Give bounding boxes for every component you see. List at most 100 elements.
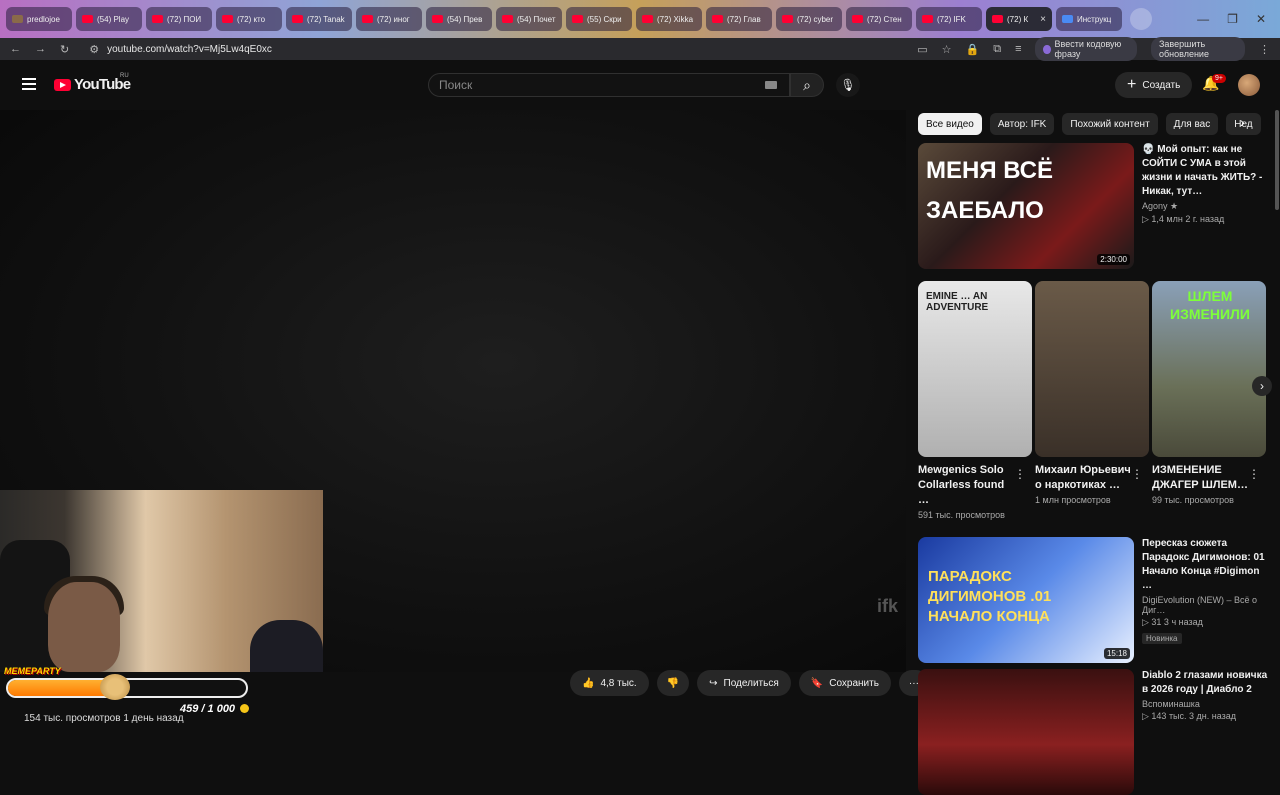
share-button[interactable]: ↪ Поделиться [697, 670, 791, 696]
browser-tab[interactable]: (72) Стен [846, 7, 912, 31]
create-button[interactable]: + Создать [1115, 72, 1193, 98]
video-thumbnail[interactable]: МЕНЯ ВСЁ ЗАЕБАЛО 2:30:00 [918, 143, 1134, 269]
media-icon[interactable]: ≡ [1015, 43, 1021, 55]
short-item[interactable]: EMINE … AN ADVENTURE Mewgenics Solo Coll… [918, 281, 1032, 531]
passphrase-button[interactable]: Ввести кодовую фразу [1035, 37, 1137, 61]
chip-similar[interactable]: Похожий контент [1062, 113, 1158, 135]
address-bar: ← → ↻ ⚙ youtube.com/watch?v=Mj5Lw4qE0xc … [0, 37, 1280, 61]
browser-tab[interactable]: (72) ПОИ [146, 7, 212, 31]
face-shape [48, 582, 120, 672]
browser-tab[interactable]: (72) cyber [776, 7, 842, 31]
extensions-icon[interactable]: ⧉ [993, 43, 1001, 56]
video-title[interactable]: Пересказ сюжета Парадокс Дигимонов: 01 Н… [1142, 537, 1268, 593]
recommendation-item[interactable]: Diablo 2 глазами новичка в 2026 году | Д… [918, 669, 1268, 795]
browser-tab[interactable]: (72) К × [986, 7, 1052, 31]
youtube-favicon-icon [572, 15, 583, 23]
short-meta: 591 тыс. просмотров [918, 510, 1005, 520]
search-input[interactable] [439, 78, 739, 92]
short-thumbnail[interactable]: EMINE … AN ADVENTURE [918, 281, 1032, 457]
channel-name[interactable]: Вспоминашка [1142, 699, 1268, 709]
like-button[interactable]: 👍 4,8 тыс. [570, 670, 649, 696]
video-title[interactable]: Diablo 2 глазами новичка в 2026 году | Д… [1142, 669, 1268, 697]
browser-menu-icon[interactable]: ⋮ [1259, 43, 1270, 56]
recommendation-item[interactable]: МЕНЯ ВСЁ ЗАЕБАЛО 2:30:00 💀 Мой опыт: как… [918, 143, 1268, 269]
short-thumbnail[interactable] [1035, 281, 1149, 457]
tab-title: (55) Скри [587, 14, 622, 24]
new-tab-button[interactable] [1130, 8, 1152, 30]
more-vert-icon[interactable]: ⋮ [1248, 467, 1260, 481]
video-meta: ▷ 143 тыс. 3 дн. назад [1142, 711, 1237, 721]
short-title[interactable]: Михаил Юрьевич о наркотиках … [1035, 463, 1135, 493]
keyboard-icon[interactable] [765, 81, 777, 89]
thumbs-up-icon: 👍 [582, 677, 595, 689]
browser-tab[interactable]: (72) Tanak [286, 7, 352, 31]
minimize-icon[interactable]: — [1197, 12, 1209, 26]
browser-tab[interactable]: (55) Скри [566, 7, 632, 31]
youtube-logo[interactable]: YouTube RU [54, 73, 131, 93]
profile-dot-icon [1043, 44, 1051, 54]
chip-for-you[interactable]: Для вас [1165, 113, 1219, 135]
cast-icon[interactable]: ▭ [917, 43, 927, 56]
short-meta: 1 млн просмотров [1035, 495, 1111, 505]
browser-tab[interactable]: (54) Play [76, 7, 142, 31]
search-button[interactable]: ⌕ [790, 73, 824, 97]
page-scrollbar[interactable] [1275, 110, 1279, 210]
bookmark-star-icon[interactable]: ☆ [942, 43, 952, 56]
browser-tab[interactable]: (72) IFK [916, 7, 982, 31]
reload-icon[interactable]: ↻ [60, 43, 69, 56]
short-item[interactable]: Михаил Юрьевич о наркотиках … 1 млн прос… [1035, 281, 1149, 531]
forward-icon[interactable]: → [35, 43, 46, 55]
finish-update-button[interactable]: Завершить обновление [1150, 37, 1245, 61]
channel-name[interactable]: Agony ★ [1142, 201, 1268, 212]
shorts-shelf: EMINE … AN ADVENTURE Mewgenics Solo Coll… [918, 281, 1266, 531]
channel-name[interactable]: DigiEvolution (NEW) – Всё о Диг… [1142, 595, 1268, 615]
back-icon[interactable]: ← [10, 43, 21, 55]
save-button[interactable]: 🔖 Сохранить [798, 670, 891, 696]
chip-all[interactable]: Все видео [918, 113, 982, 135]
video-thumbnail[interactable]: ПАРАДОКС ДИГИМОНОВ .01 НАЧАЛО КОНЦА 15:1… [918, 537, 1134, 663]
maximize-icon[interactable]: ❐ [1227, 12, 1238, 26]
short-title[interactable]: Mewgenics Solo Collarless found … [918, 463, 1018, 508]
dislike-button[interactable]: 👎 [656, 670, 690, 696]
tab-title: predlojoe [27, 14, 60, 24]
browser-tab[interactable]: (72) Xikka [636, 7, 702, 31]
browser-tab[interactable]: (72) кто [216, 7, 282, 31]
close-window-icon[interactable]: ✕ [1256, 12, 1266, 26]
browser-tab[interactable]: Инструкц [1056, 7, 1122, 31]
video-title[interactable]: 💀 Мой опыт: как не СОЙТИ С УМА в этой жи… [1142, 143, 1268, 199]
short-item[interactable]: ШЛЕМ ИЗМЕНИЛИ ИЗМЕНЕНИЕ ДЖАГЕР ШЛЕМ… 99 … [1152, 281, 1266, 531]
short-thumbnail[interactable]: ШЛЕМ ИЗМЕНИЛИ [1152, 281, 1266, 457]
browser-tab[interactable]: (72) иног [356, 7, 422, 31]
passphrase-label: Ввести кодовую фразу [1054, 39, 1122, 59]
browser-tab[interactable]: (72) Глав [706, 7, 772, 31]
shorts-next-button[interactable]: › [1252, 376, 1272, 396]
video-thumbnail[interactable] [918, 669, 1134, 795]
avatar[interactable] [1238, 74, 1260, 96]
url-field[interactable]: ⚙ youtube.com/watch?v=Mj5Lw4qE0xc [83, 40, 903, 58]
close-tab-icon[interactable]: × [1040, 14, 1046, 25]
chip-author[interactable]: Автор: IFK [989, 113, 1055, 135]
short-meta: 99 тыс. просмотров [1152, 495, 1234, 505]
voice-search-button[interactable]: 🎙 [836, 73, 860, 97]
video-duration: 2:30:00 [1097, 254, 1130, 265]
browser-tab[interactable]: (54) Прев [426, 7, 492, 31]
short-title[interactable]: ИЗМЕНЕНИЕ ДЖАГЕР ШЛЕМ… [1152, 463, 1252, 493]
browser-tab[interactable]: predlojoe [6, 7, 72, 31]
chevron-right-icon[interactable]: › [1240, 114, 1245, 130]
youtube-favicon-icon [922, 15, 933, 23]
youtube-header: YouTube RU ⌕ 🎙 + Создать 🔔 9+ [0, 60, 1280, 110]
tab-title: (72) Глав [727, 14, 761, 24]
tab-title: (72) Xikka [657, 14, 694, 24]
thumbnail-text: ПАРАДОКС ДИГИМОНОВ .01 НАЧАЛО КОНЦА [928, 568, 1052, 625]
recommendation-item[interactable]: ПАРАДОКС ДИГИМОНОВ .01 НАЧАЛО КОНЦА 15:1… [918, 537, 1268, 663]
party-label: MEMEPARTY [4, 666, 61, 676]
menu-icon[interactable] [22, 78, 36, 93]
short-thumb-text: EMINE … AN ADVENTURE [926, 291, 989, 313]
more-vert-icon[interactable]: ⋮ [1131, 467, 1143, 481]
tab-title: (54) Прев [447, 14, 483, 24]
youtube-favicon-icon [292, 15, 303, 23]
browser-tab[interactable]: (54) Почет [496, 7, 562, 31]
site-info-icon[interactable]: ⚙ [89, 43, 99, 56]
more-vert-icon[interactable]: ⋮ [1014, 467, 1026, 481]
lock-icon[interactable]: 🔒 [966, 43, 980, 56]
